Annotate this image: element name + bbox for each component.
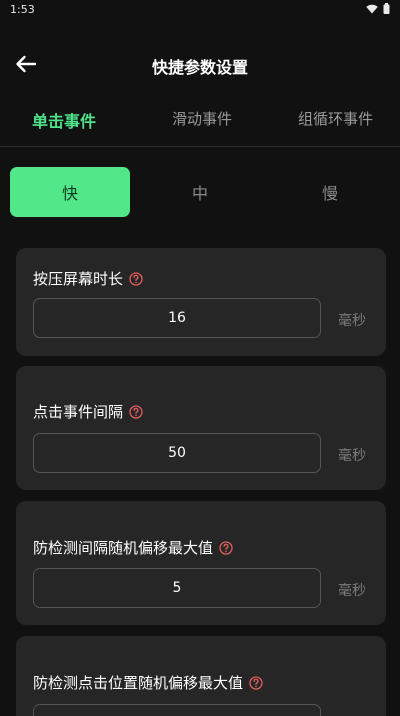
status-bar: 1:53 xyxy=(0,0,400,20)
app-bar: 快捷参数设置 xyxy=(0,44,400,88)
setting-card-position-random-offset: 防检测点击位置随机偏移最大值 xyxy=(16,636,386,716)
interval-random-offset-input[interactable]: 5 xyxy=(33,568,321,608)
speed-fast-button[interactable]: 快 xyxy=(10,167,130,217)
status-icons xyxy=(366,3,390,14)
setting-card-interval-random-offset: 防检测间隔随机偏移最大值 5 毫秒 xyxy=(16,501,386,625)
position-random-offset-input[interactable] xyxy=(33,704,321,716)
page-title: 快捷参数设置 xyxy=(151,58,248,77)
setting-label: 防检测点击位置随机偏移最大值 xyxy=(33,672,263,693)
help-icon[interactable] xyxy=(129,404,143,419)
setting-label: 点击事件间隔 xyxy=(33,401,143,422)
unit-label: 毫秒 xyxy=(338,313,366,329)
tab-swipe-event[interactable]: 滑动事件 xyxy=(172,108,232,129)
setting-label: 防检测间隔随机偏移最大值 xyxy=(33,537,233,558)
tab-click-event[interactable]: 单击事件 xyxy=(32,108,96,132)
unit-label: 毫秒 xyxy=(338,448,366,464)
unit-label: 毫秒 xyxy=(338,583,366,599)
setting-card-click-interval: 点击事件间隔 50 毫秒 xyxy=(16,366,386,490)
speed-selector: 快 中 慢 xyxy=(10,167,390,217)
status-time: 1:53 xyxy=(10,3,35,16)
click-interval-input[interactable]: 50 xyxy=(33,433,321,473)
speed-medium-button[interactable]: 中 xyxy=(140,167,260,217)
press-duration-input[interactable]: 16 xyxy=(33,298,321,338)
tab-group-loop-event[interactable]: 组循环事件 xyxy=(298,108,373,129)
wifi-icon xyxy=(366,4,378,14)
help-icon[interactable] xyxy=(129,271,143,286)
event-tabs: 单击事件 滑动事件 组循环事件 xyxy=(0,100,400,147)
setting-label: 按压屏幕时长 xyxy=(33,268,143,289)
battery-icon xyxy=(383,3,390,14)
setting-card-press-duration: 按压屏幕时长 16 毫秒 xyxy=(16,248,386,356)
help-icon[interactable] xyxy=(219,540,233,555)
help-icon[interactable] xyxy=(249,675,263,690)
speed-slow-button[interactable]: 慢 xyxy=(270,167,390,217)
